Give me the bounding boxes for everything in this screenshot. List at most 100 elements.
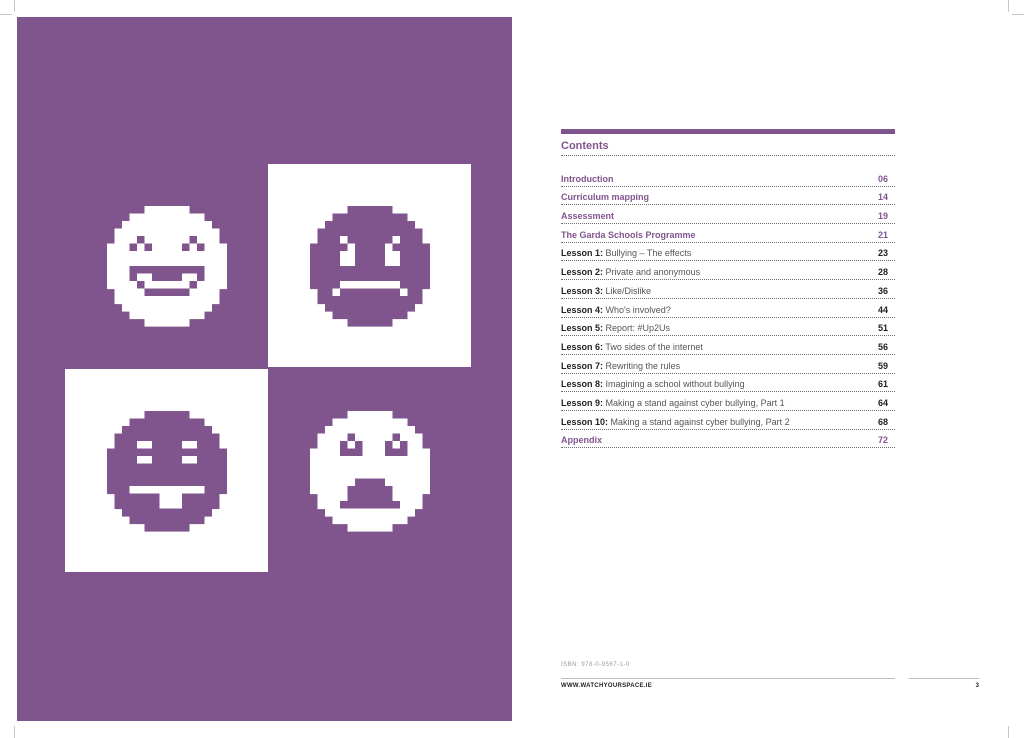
toc-entry-label: Lesson 2: Private and anonymous [561, 267, 700, 277]
emoji-face-pixel [310, 463, 430, 472]
emoji-face-pixel [317, 296, 423, 305]
emoji-feature-pixel [189, 281, 197, 289]
toc-entry-label: Lesson 10: Making a stand against cyber … [561, 417, 790, 427]
toc-lesson-number: Lesson 7: [561, 360, 604, 371]
crop-mark [14, 0, 15, 12]
toc-entry[interactable]: Curriculum mapping 14 [561, 187, 895, 206]
emoji-face-pixel [129, 418, 205, 427]
emoji-face-pixel [347, 206, 393, 215]
toc-entry-title: Two sides of the internet [605, 341, 703, 352]
toc-entry-title: Assessment [561, 211, 615, 222]
emoji-feature-pixel [137, 456, 152, 464]
emoji-feature-pixel [340, 448, 363, 456]
emoji-feature-pixel [197, 243, 205, 251]
toc-entry[interactable]: The Garda Schools Programme 21 [561, 224, 895, 243]
toc-entry[interactable]: Lesson 7: Rewriting the rules 59 [561, 355, 895, 374]
emoji-face-pixel [325, 221, 415, 230]
emoji-feature-pixel [182, 456, 197, 464]
toc-entry[interactable]: Assessment 19 [561, 205, 895, 225]
emoji-face-pixel [317, 228, 423, 237]
toc-page-number: 68 [877, 416, 888, 427]
emoji-feature-pixel [137, 441, 152, 449]
toc-lesson-number: Lesson 4: [561, 304, 604, 315]
emoji-face-pixel [325, 303, 415, 312]
emoji-face-pixel [107, 448, 227, 457]
emoji-face-pixel [332, 213, 408, 222]
toc-page-number: 56 [877, 341, 888, 352]
emoji-face-pixel [310, 258, 430, 267]
contents-title: Contents [561, 140, 609, 152]
emoji-face-pixel [310, 471, 430, 480]
toc-entry[interactable]: Introduction 06 [561, 168, 895, 187]
emoji-feature-pixel [137, 236, 145, 244]
toc-entry-label: Lesson 3: Like/Dislike [561, 286, 651, 296]
laughing-emoji-icon [107, 206, 227, 327]
toc-entry-title: Curriculum mapping [561, 192, 650, 203]
emoji-feature-pixel [144, 243, 152, 251]
toc-entry[interactable]: Lesson 8: Imagining a school without bul… [561, 374, 895, 393]
toc-entry[interactable]: Lesson 5: Report: #Up2Us 51 [561, 318, 895, 337]
toc-entry-title: Bullying – The effects [605, 248, 692, 259]
emoji-feature-pixel [129, 273, 137, 281]
toc-entry-label: Appendix [561, 435, 602, 445]
emoji-feature-pixel [197, 273, 205, 281]
emoji-feature-pixel [340, 251, 355, 266]
toc-page-number: 61 [877, 379, 888, 390]
emoji-face-pixel [347, 411, 393, 420]
emoji-feature-pixel [182, 441, 197, 449]
toc-entry[interactable]: Lesson 3: Like/Dislike 36 [561, 280, 895, 299]
toc-entry[interactable]: Appendix 72 [561, 430, 895, 449]
emoji-face-pixel [310, 251, 430, 260]
emoji-face-pixel [107, 471, 227, 480]
contents-top-bar [561, 129, 895, 134]
toc-entry-title: Making a stand against cyber bullying, P… [610, 416, 790, 427]
emoji-face-pixel [310, 243, 430, 252]
page-number: 3 [975, 683, 979, 689]
toc-entry[interactable]: Lesson 9: Making a stand against cyber b… [561, 392, 895, 411]
toc-entry[interactable]: Lesson 2: Private and anonymous 28 [561, 261, 895, 281]
emoji-feature-pixel [340, 236, 348, 244]
toc-entry-title: Making a stand against cyber bullying, P… [605, 397, 785, 408]
frowning-emoji-icon [310, 206, 430, 327]
footer-url[interactable]: WWW.WATCHYOURSPACE.IE [561, 683, 652, 689]
emoji-face-pixel [347, 318, 393, 327]
emoji-feature-pixel [392, 433, 400, 441]
emoji-feature-pixel [332, 288, 340, 296]
emoji-face-pixel [332, 418, 408, 427]
toc-entry[interactable]: Lesson 4: Who's involved? 44 [561, 299, 895, 318]
emoji-face-pixel [332, 311, 408, 320]
emoji-face-pixel [129, 213, 205, 222]
crop-mark [1008, 0, 1009, 12]
toc-entry-title: Imagining a school without bullying [605, 379, 745, 390]
toc-entry[interactable]: Lesson 6: Two sides of the internet 56 [561, 336, 895, 355]
emoji-feature-pixel [347, 433, 355, 441]
shocked-emoji-icon [310, 411, 430, 532]
table-of-contents: Introduction 06 Curriculum mapping 14 Assess… [561, 168, 895, 449]
emoji-face-pixel [317, 433, 423, 442]
toc-lesson-number: Lesson 6: [561, 341, 604, 352]
emoji-feature-pixel [189, 236, 197, 244]
toc-entry[interactable]: Lesson 10: Making a stand against cyber … [561, 411, 895, 430]
toc-entry[interactable]: Lesson 1: Bullying – The effects 23 [561, 243, 895, 262]
toc-entry-title: Appendix [561, 435, 603, 446]
contents-section: Contents Introduction 06 Curriculum mappin… [561, 129, 895, 449]
emoji-face-pixel [310, 266, 430, 275]
toc-page-number: 44 [877, 304, 888, 315]
emoji-feature-pixel [129, 243, 137, 251]
toc-entry-label: The Garda Schools Programme [561, 230, 696, 240]
toc-page-number: 51 [877, 323, 888, 334]
emoji-face-pixel [122, 303, 212, 312]
emoji-feature-pixel [347, 486, 393, 501]
toc-page-number: 36 [877, 285, 888, 296]
emoji-face-pixel [144, 318, 190, 327]
emoji-feature-pixel [385, 243, 393, 251]
toc-lesson-number: Lesson 1: [561, 248, 604, 259]
crop-mark [14, 726, 15, 738]
emoji-face-pixel [129, 311, 205, 320]
emoji-face-pixel [114, 433, 220, 442]
emoji-face-pixel [347, 523, 393, 532]
emoji-illustration [65, 164, 471, 572]
emoji-face-pixel [144, 411, 190, 420]
toc-lesson-number: Lesson 8: [561, 379, 604, 390]
toc-entry-title: Introduction [561, 173, 614, 184]
